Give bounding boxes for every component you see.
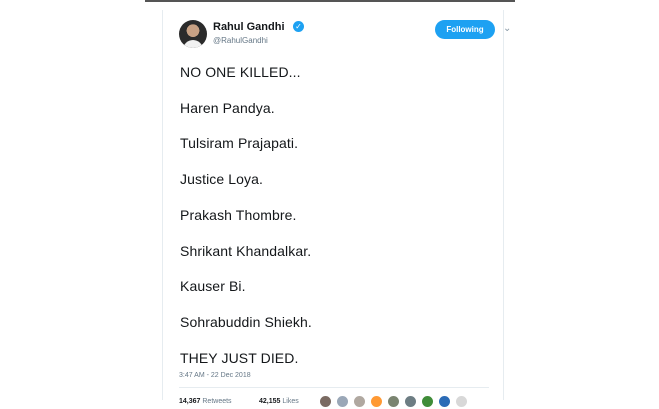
retweets-stat[interactable]: 14,367 Retweets — [179, 398, 232, 405]
liker-avatar[interactable] — [369, 395, 383, 408]
liker-avatar[interactable] — [454, 395, 468, 408]
author-name[interactable]: Rahul Gandhi — [213, 21, 285, 33]
divider — [179, 387, 489, 388]
liker-avatar[interactable] — [403, 395, 417, 408]
tweet-line: Shrikant Khandalkar. — [180, 243, 312, 259]
tweet-timestamp[interactable]: 3:47 AM - 22 Dec 2018 — [179, 372, 251, 379]
tweet-line: Haren Pandya. — [180, 100, 275, 116]
liker-avatar[interactable] — [437, 395, 451, 408]
tweet-line: Kauser Bi. — [180, 278, 246, 294]
liker-avatar[interactable] — [352, 395, 366, 408]
liker-avatars — [319, 395, 470, 409]
retweets-label: Retweets — [202, 398, 232, 405]
tweet-line: Prakash Thombre. — [180, 207, 297, 223]
liker-avatar[interactable] — [420, 395, 434, 408]
tweet-header: Rahul Gandhi ✓ @RahulGandhi Following ⌄ — [179, 18, 511, 50]
author-handle[interactable]: @RahulGandhi — [213, 36, 268, 45]
liker-avatar[interactable] — [335, 395, 349, 408]
tweet-line: Tulsiram Prajapati. — [180, 135, 299, 151]
liker-avatar[interactable] — [319, 395, 332, 408]
verified-icon: ✓ — [293, 21, 304, 32]
tweet-line: NO ONE KILLED... — [180, 64, 301, 80]
likes-label: Likes — [282, 398, 299, 405]
retweets-count: 14,367 — [179, 398, 201, 405]
chevron-down-icon[interactable]: ⌄ — [503, 23, 511, 34]
likes-stat[interactable]: 42,155 Likes — [259, 398, 299, 405]
tweet-line: Justice Loya. — [180, 171, 264, 187]
liker-avatar[interactable] — [386, 395, 400, 408]
tweet-line: Sohrabuddin Shiekh. — [180, 314, 312, 330]
tweet-line: THEY JUST DIED. — [180, 350, 299, 366]
following-button[interactable]: Following — [435, 20, 495, 39]
likes-count: 42,155 — [259, 398, 281, 405]
tweet-card: Rahul Gandhi ✓ @RahulGandhi Following ⌄ … — [162, 10, 511, 408]
top-border — [145, 0, 515, 2]
author-avatar[interactable] — [179, 20, 207, 48]
